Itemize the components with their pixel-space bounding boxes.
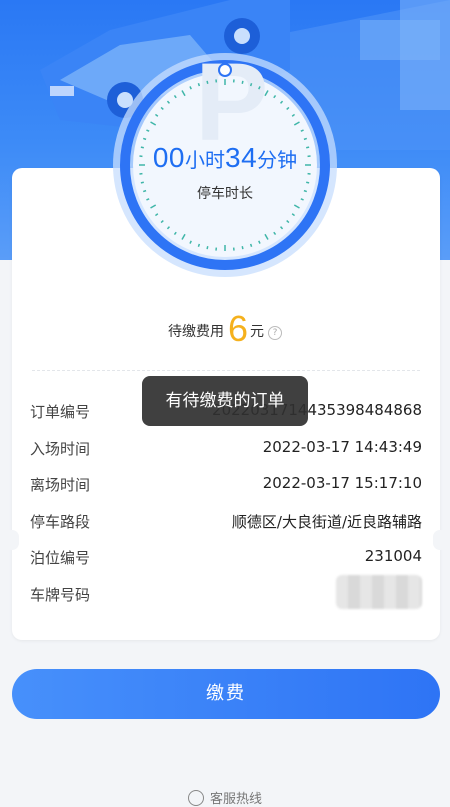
dial-tick <box>242 81 243 84</box>
duration-dial: P <box>0 0 450 280</box>
order-row-road-section: 停车路段 顺德区/大良街道/近良路辅路 <box>30 506 422 543</box>
pay-button[interactable]: 缴费 <box>12 669 440 719</box>
row-label: 入场时间 <box>30 438 90 459</box>
duration-label: 停车时长 <box>0 183 450 203</box>
dial-tick <box>207 81 208 84</box>
row-label: 订单编号 <box>30 401 90 422</box>
dial-tick <box>251 244 252 247</box>
dial-tick <box>207 246 208 249</box>
dial-tick <box>251 83 252 86</box>
order-row-exit-time: 离场时间 2022-03-17 15:17:10 <box>30 469 422 506</box>
duration-hours-unit: 小时 <box>185 150 225 172</box>
dial-tick <box>304 138 307 139</box>
order-row-entry-time: 入场时间 2022-03-17 14:43:49 <box>30 433 422 470</box>
dial-tick <box>242 246 243 249</box>
fee-amount: 6 <box>228 308 248 349</box>
dial-tick <box>198 244 199 247</box>
row-label: 泊位编号 <box>30 547 90 568</box>
card-notch-left <box>5 530 19 550</box>
plate-number-blurred <box>336 575 422 609</box>
dashed-divider <box>32 370 420 371</box>
question-circle-icon[interactable]: ? <box>268 326 282 340</box>
row-value: 231004 <box>365 547 422 565</box>
duration-minutes: 34 <box>225 142 257 173</box>
duration-minutes-unit: 分钟 <box>257 150 297 172</box>
fee-unit: 元 <box>250 324 264 340</box>
fee-label: 待缴费用 <box>168 324 224 340</box>
order-row-plate-number: 车牌号码 <box>30 579 422 616</box>
phone-icon <box>188 790 204 806</box>
row-label: 离场时间 <box>30 474 90 495</box>
toast-message: 有待缴费的订单 <box>142 376 308 426</box>
dial-tick <box>143 138 146 139</box>
order-details: 订单编号 20220317144353984848​68 入场时间 2022-0… <box>30 396 422 616</box>
order-row-berth-number: 泊位编号 231004 <box>30 542 422 579</box>
row-label: 停车路段 <box>30 511 90 532</box>
dial-tick <box>198 83 199 86</box>
customer-hotline[interactable]: 客服热线 <box>0 788 450 807</box>
row-value: 2022-03-17 15:17:10 <box>263 474 422 492</box>
row-value: 顺德区/大良街道/近良路辅路 <box>232 511 422 532</box>
duration-hours: 00 <box>153 142 185 173</box>
row-value: 2022-03-17 14:43:49 <box>263 438 422 456</box>
card-notch-right <box>433 530 447 550</box>
fee-summary: 待缴费用6元? <box>0 308 450 350</box>
parking-duration: 00小时34分钟 <box>0 142 450 174</box>
row-label: 车牌号码 <box>30 584 90 605</box>
